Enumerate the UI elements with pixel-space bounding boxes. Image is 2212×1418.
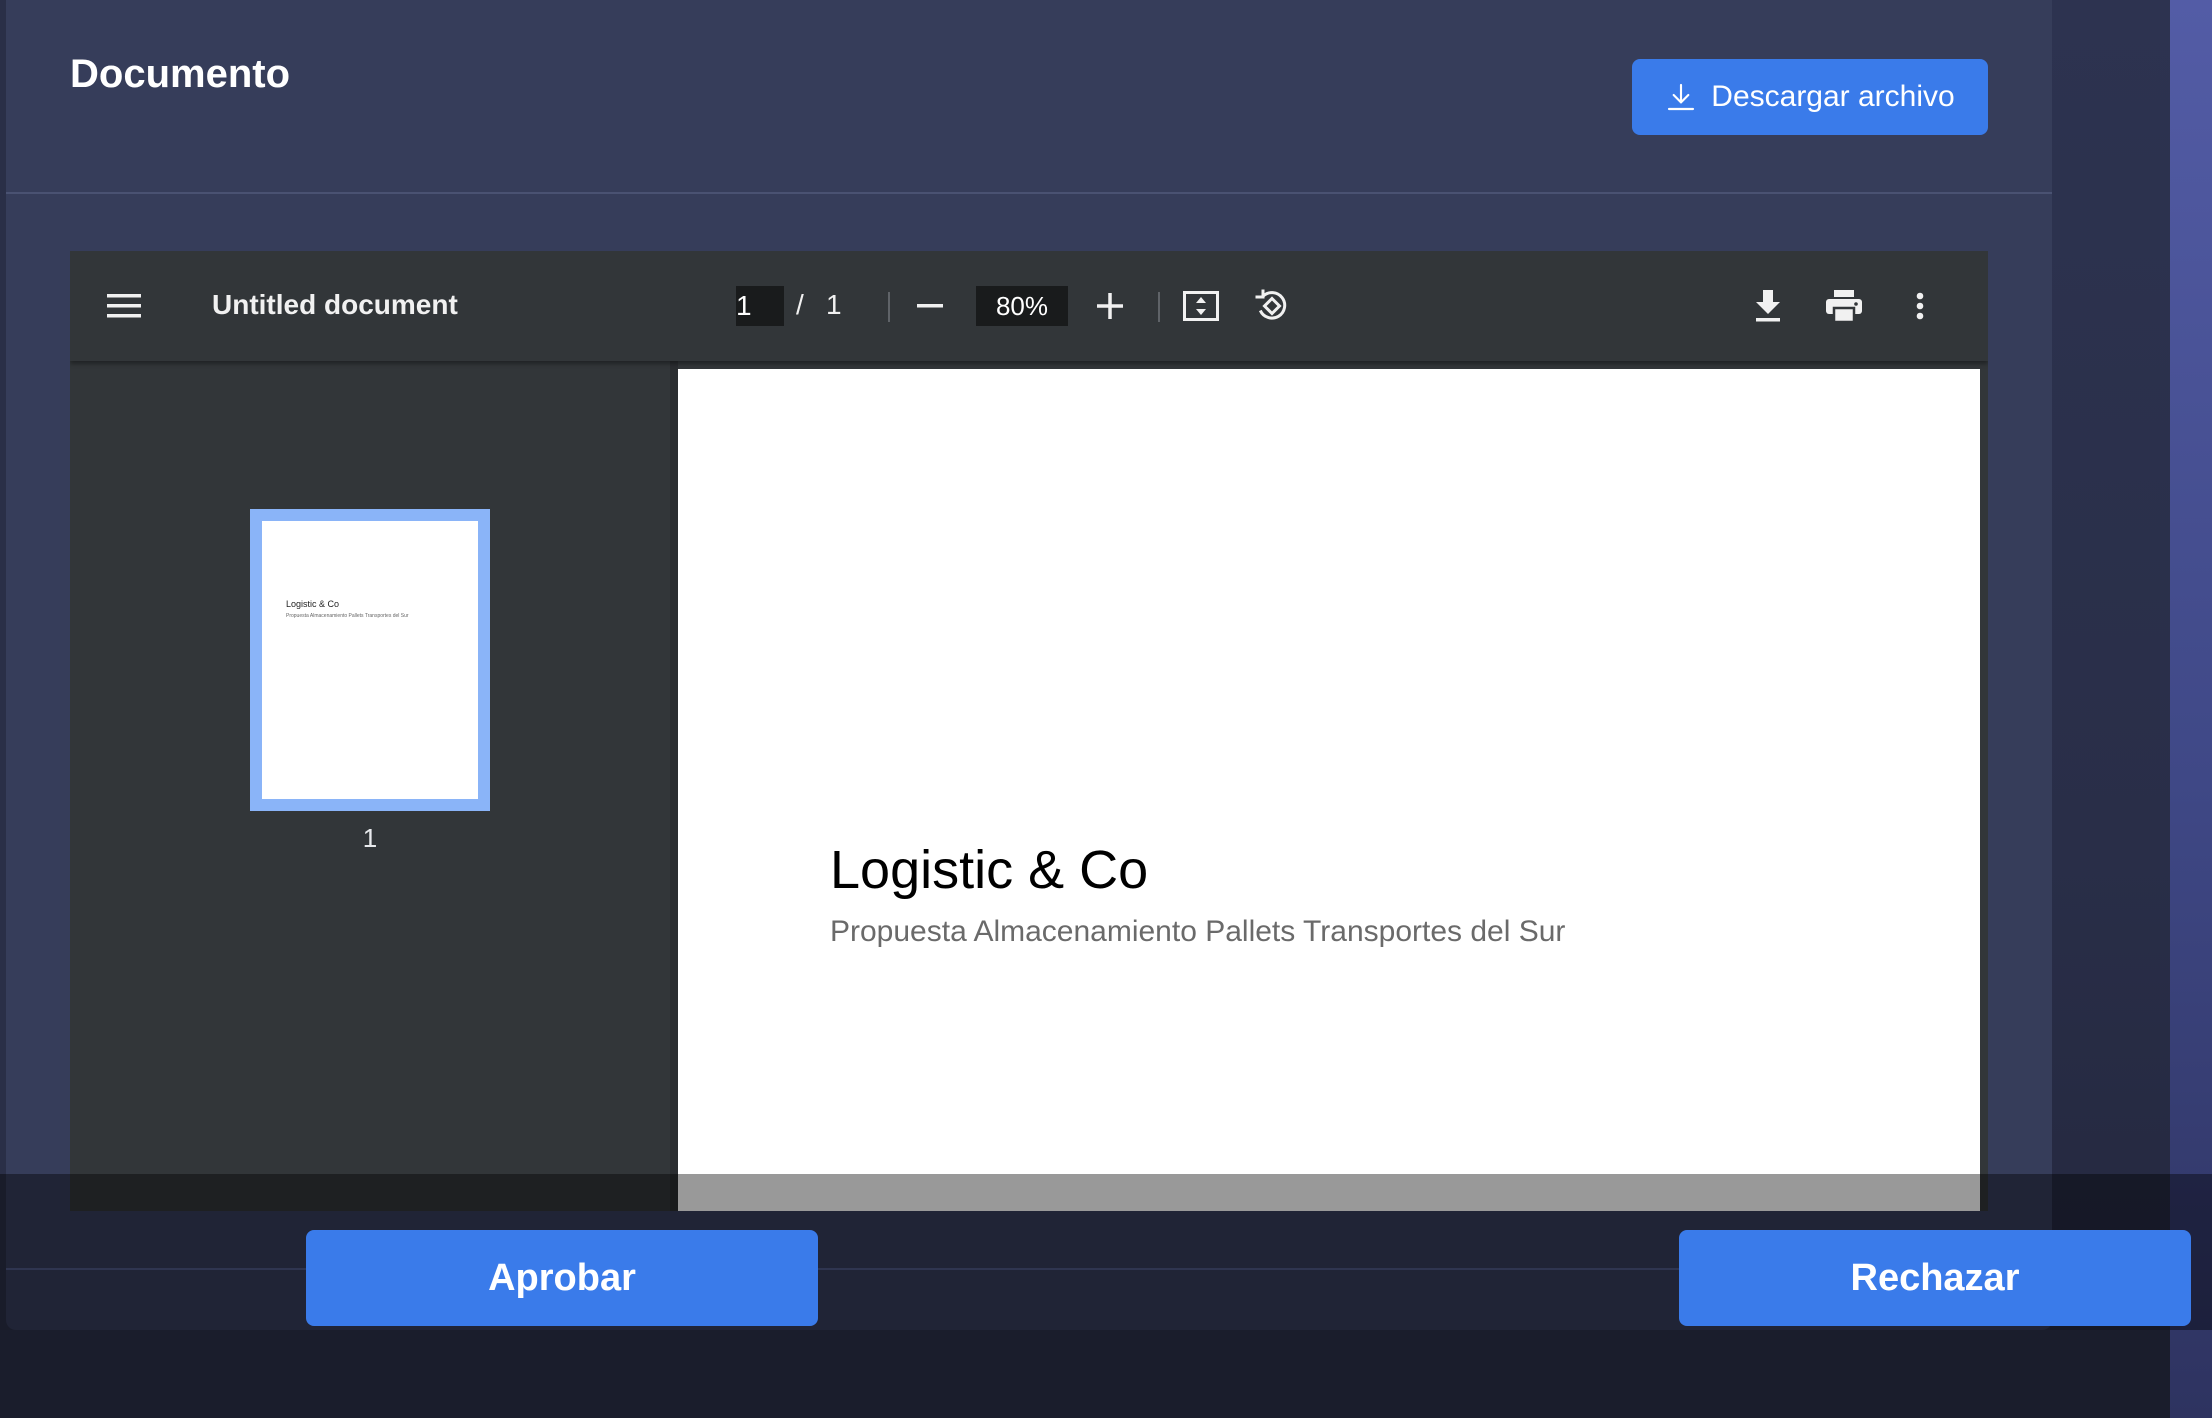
rotate-icon[interactable] bbox=[1248, 282, 1296, 330]
thumbnail-sidebar: Logistic & Co Propuesta Almacenamiento P… bbox=[70, 361, 670, 1211]
page-separator: / bbox=[796, 289, 804, 320]
thumbnail-subtitle: Propuesta Almacenamiento Pallets Transpo… bbox=[286, 613, 409, 619]
print-icon[interactable] bbox=[1820, 282, 1868, 330]
reject-button[interactable]: Rechazar bbox=[1679, 1230, 2191, 1326]
thumbnail-title: Logistic & Co bbox=[286, 599, 340, 609]
document-panel: Documento Descargar archivo Untitled doc… bbox=[6, 0, 2052, 1330]
download-icon bbox=[1668, 83, 1695, 111]
current-page-input[interactable] bbox=[736, 286, 784, 326]
more-vert-icon[interactable] bbox=[1896, 282, 1944, 330]
fit-to-page-icon[interactable] bbox=[1177, 282, 1225, 330]
bottom-background bbox=[0, 1330, 2170, 1418]
thumbnail-page: Logistic & Co Propuesta Almacenamiento P… bbox=[262, 521, 478, 799]
download-file-button[interactable]: Descargar archivo bbox=[1632, 59, 1988, 135]
download-file-label: Descargar archivo bbox=[1711, 80, 1955, 113]
menu-icon[interactable] bbox=[100, 282, 148, 330]
panel-title: Documento bbox=[70, 52, 290, 96]
plus-icon[interactable] bbox=[1086, 282, 1134, 330]
minus-icon[interactable] bbox=[906, 282, 954, 330]
page-thumbnail[interactable]: Logistic & Co Propuesta Almacenamiento P… bbox=[250, 509, 490, 811]
document-subheading: Propuesta Almacenamiento Pallets Transpo… bbox=[830, 915, 1566, 948]
document-heading: Logistic & Co bbox=[830, 840, 1149, 900]
download-icon[interactable] bbox=[1744, 282, 1792, 330]
header-divider bbox=[6, 192, 2052, 194]
zoom-level[interactable]: 80% bbox=[976, 286, 1068, 326]
toolbar-separator bbox=[888, 292, 890, 322]
pdf-viewer: Untitled document / 1 80% bbox=[70, 251, 1988, 1211]
sidebar-divider bbox=[670, 361, 678, 1211]
approve-button[interactable]: Aprobar bbox=[306, 1230, 818, 1326]
thumbnail-page-number: 1 bbox=[362, 823, 378, 853]
total-pages: 1 bbox=[826, 289, 842, 320]
toolbar-separator bbox=[1158, 292, 1160, 322]
document-title: Untitled document bbox=[212, 289, 458, 320]
document-page: Logistic & Co Propuesta Almacenamiento P… bbox=[678, 369, 1980, 1211]
pdf-toolbar: Untitled document / 1 80% bbox=[70, 251, 1988, 361]
